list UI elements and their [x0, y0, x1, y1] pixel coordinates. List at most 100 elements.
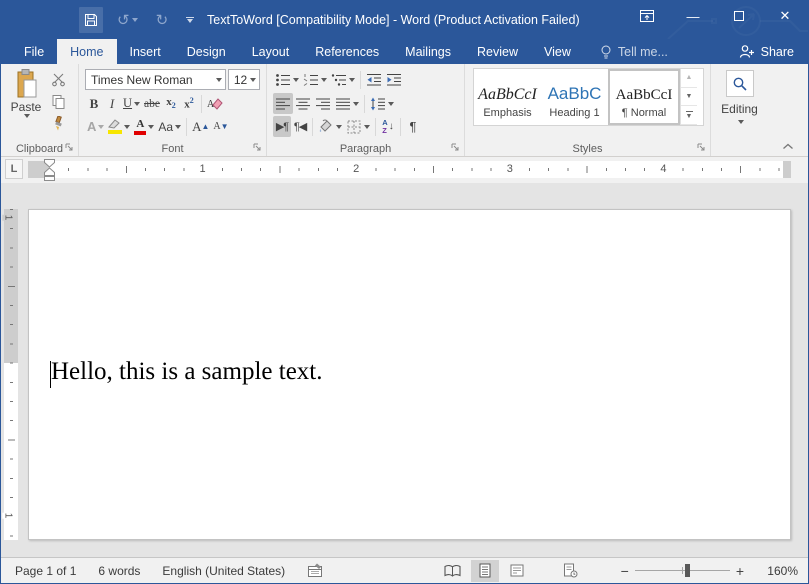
font-name-combo[interactable]: Times New Roman	[85, 69, 226, 90]
bullets-button[interactable]	[273, 69, 301, 90]
tab-insert[interactable]: Insert	[117, 39, 174, 64]
share-label: Share	[761, 45, 794, 59]
zoom-slider-track[interactable]	[635, 570, 730, 571]
proofing-status-icon[interactable]	[307, 563, 323, 578]
shading-button[interactable]	[316, 116, 344, 137]
ribbon-display-options-button[interactable]	[624, 1, 670, 31]
paragraph-group: ▶¶ ¶◀	[267, 64, 465, 156]
tab-review[interactable]: Review	[464, 39, 531, 64]
save-button[interactable]	[79, 7, 103, 33]
tab-home[interactable]: Home	[57, 39, 116, 64]
indent-markers[interactable]	[44, 159, 55, 181]
highlight-color-button[interactable]	[106, 116, 132, 137]
tab-layout[interactable]: Layout	[239, 39, 303, 64]
document-text[interactable]: Hello, this is a sample text.	[51, 358, 322, 386]
justify-button[interactable]	[333, 93, 361, 114]
align-right-button[interactable]	[313, 93, 333, 114]
font-size-caret	[250, 78, 256, 82]
print-layout-button[interactable]	[471, 560, 499, 582]
tab-references[interactable]: References	[302, 39, 392, 64]
font-color-icon: A	[134, 119, 146, 135]
styles-scroll-up-button[interactable]: ▲	[681, 69, 697, 88]
maximize-button[interactable]	[716, 1, 762, 31]
numbering-button[interactable]	[301, 69, 329, 90]
sort-button[interactable]: A Z ↓	[379, 116, 397, 137]
customize-qat-button[interactable]	[182, 7, 198, 33]
clear-formatting-button[interactable]: A	[205, 93, 225, 114]
italic-button[interactable]: I	[103, 93, 121, 114]
text-effects-button[interactable]: A	[85, 116, 106, 137]
format-painter-button[interactable]	[49, 113, 68, 134]
page-preview-button[interactable]	[557, 560, 585, 582]
close-button[interactable]: ✕	[762, 1, 808, 31]
copy-button[interactable]	[49, 91, 68, 112]
font-color-button[interactable]: A	[132, 116, 156, 137]
multilevel-list-icon	[331, 72, 347, 88]
style-emphasis[interactable]: AaBbCcI Emphasis	[474, 69, 541, 125]
shrink-font-button[interactable]: A▼	[211, 116, 230, 137]
ltr-direction-button[interactable]: ▶¶	[273, 116, 291, 137]
style-heading-1[interactable]: AaBbC Heading 1	[541, 69, 608, 125]
share-person-icon	[739, 44, 755, 59]
read-mode-button[interactable]	[439, 560, 467, 582]
ruler-number: 3	[504, 163, 516, 176]
shading-bucket-icon	[318, 119, 334, 134]
redo-button[interactable]: ↻	[152, 7, 173, 33]
zoom-level[interactable]: 160%	[762, 564, 798, 578]
align-center-button[interactable]	[293, 93, 313, 114]
clipboard-dialog-launcher[interactable]	[65, 143, 75, 153]
strikethrough-button[interactable]: abe	[142, 93, 162, 114]
cut-button[interactable]	[49, 69, 68, 90]
ribbon-display-options-icon	[639, 9, 655, 23]
language-indicator[interactable]: English (United States)	[162, 564, 285, 578]
undo-button[interactable]: ↺	[113, 7, 142, 33]
show-hide-marks-button[interactable]: ¶	[404, 116, 422, 137]
subscript-button[interactable]: x2	[162, 93, 180, 114]
font-size-combo[interactable]: 12	[228, 69, 260, 90]
decrease-indent-button[interactable]	[364, 69, 384, 90]
tell-me-label: Tell me...	[618, 45, 668, 59]
share-button[interactable]: Share	[725, 39, 808, 64]
document-page[interactable]: Hello, this is a sample text.	[28, 209, 791, 540]
superscript-button[interactable]: x2	[180, 93, 198, 114]
web-layout-button[interactable]	[503, 560, 531, 582]
ruler-number: 2	[350, 163, 362, 176]
tab-mailings[interactable]: Mailings	[392, 39, 464, 64]
zoom-in-button[interactable]: +	[730, 563, 750, 579]
grow-font-button[interactable]: A▲	[190, 116, 211, 137]
increase-indent-button[interactable]	[384, 69, 404, 90]
styles-scroll-down-button[interactable]: ▼	[681, 88, 697, 107]
change-case-button[interactable]: Aa	[156, 116, 183, 137]
styles-gallery-more-button[interactable]: ▼	[681, 106, 697, 125]
style-normal-selected[interactable]: AaBbCcI ¶ Normal	[608, 69, 680, 125]
editing-button[interactable]	[726, 70, 754, 97]
line-spacing-button[interactable]	[368, 93, 396, 114]
font-dialog-launcher[interactable]	[253, 143, 263, 153]
bold-button[interactable]: B	[85, 93, 103, 114]
minimize-button[interactable]: —	[670, 1, 716, 31]
underline-button[interactable]: U	[121, 93, 142, 114]
window-controls: — ✕	[624, 1, 808, 31]
word-count[interactable]: 6 words	[98, 564, 140, 578]
paste-button[interactable]: Paste	[5, 67, 47, 140]
tab-file[interactable]: File	[11, 39, 57, 64]
zoom-out-button[interactable]: −	[615, 563, 635, 579]
numbering-icon	[303, 72, 319, 88]
page-count[interactable]: Page 1 of 1	[15, 564, 76, 578]
editing-caret	[738, 120, 744, 124]
tell-me-box[interactable]: Tell me...	[600, 39, 668, 64]
multilevel-list-button[interactable]	[329, 69, 357, 90]
align-left-button[interactable]	[273, 93, 293, 114]
paragraph-dialog-launcher[interactable]	[451, 143, 461, 153]
paste-dropdown-caret	[24, 114, 30, 118]
paste-label: Paste	[11, 100, 42, 114]
tab-design[interactable]: Design	[174, 39, 239, 64]
zoom-slider-thumb[interactable]	[685, 564, 690, 577]
collapse-ribbon-icon[interactable]	[782, 143, 794, 150]
tab-view[interactable]: View	[531, 39, 584, 64]
styles-dialog-launcher[interactable]	[697, 143, 707, 153]
borders-button[interactable]	[344, 116, 372, 137]
tab-stop-selector[interactable]: L	[5, 159, 23, 179]
rtl-direction-button[interactable]: ¶◀	[291, 116, 309, 137]
save-icon	[83, 12, 99, 28]
